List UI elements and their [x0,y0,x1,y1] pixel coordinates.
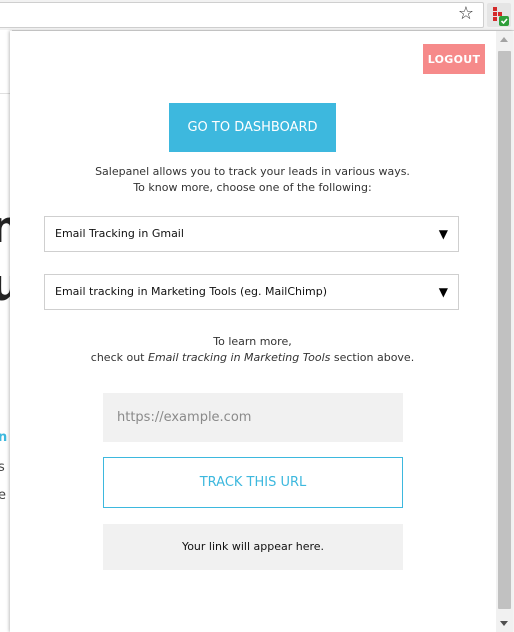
intro-line: To know more, choose one of the followin… [133,181,372,194]
dropdown-arrow-icon: ▼ [438,227,448,241]
address-bar[interactable] [0,2,484,28]
bookmark-star-icon[interactable]: ☆ [456,4,476,24]
intro-text: Salepanel allows you to track your leads… [44,164,461,196]
browser-toolbar: ☆ [0,0,514,31]
scroll-up-arrow-icon[interactable] [500,37,508,42]
intro-line: Salepanel allows you to track your leads… [95,165,410,178]
background-text-fragment: s [0,460,5,475]
select-value: Email Tracking in Gmail [55,227,184,240]
scroll-down-arrow-icon[interactable] [500,621,508,626]
learn-more-line: check out Email tracking in Marketing To… [44,350,461,366]
learn-more-text: To learn more, check out Email tracking … [44,334,461,366]
go-to-dashboard-button[interactable]: GO TO DASHBOARD [169,103,336,152]
learn-more-line: To learn more, [213,335,292,348]
learn-more-suffix: section above. [330,351,415,364]
dropdown-arrow-icon: ▼ [438,285,448,299]
url-input[interactable] [103,393,403,442]
extension-popup: LOGOUT GO TO DASHBOARD Salepanel allows … [10,31,513,632]
generated-link-output: Your link will appear here. [103,524,403,570]
learn-more-prefix: check out [90,351,148,364]
background-text-fragment: e [0,488,6,503]
salepanel-extension-icon[interactable] [487,3,511,27]
background-text-fragment: n [0,430,8,445]
track-url-button[interactable]: TRACK THIS URL [103,457,403,508]
select-value: Email tracking in Marketing Tools (eg. M… [55,285,328,298]
learn-more-section-name: Email tracking in Marketing Tools [148,351,331,364]
popup-scrollbar[interactable] [496,31,513,632]
tracking-method-select-gmail[interactable]: Email Tracking in Gmail ▼ [44,216,459,252]
logout-button[interactable]: LOGOUT [423,44,485,74]
tracking-method-select-marketing[interactable]: Email tracking in Marketing Tools (eg. M… [44,274,459,310]
scrollbar-thumb[interactable] [498,51,511,609]
